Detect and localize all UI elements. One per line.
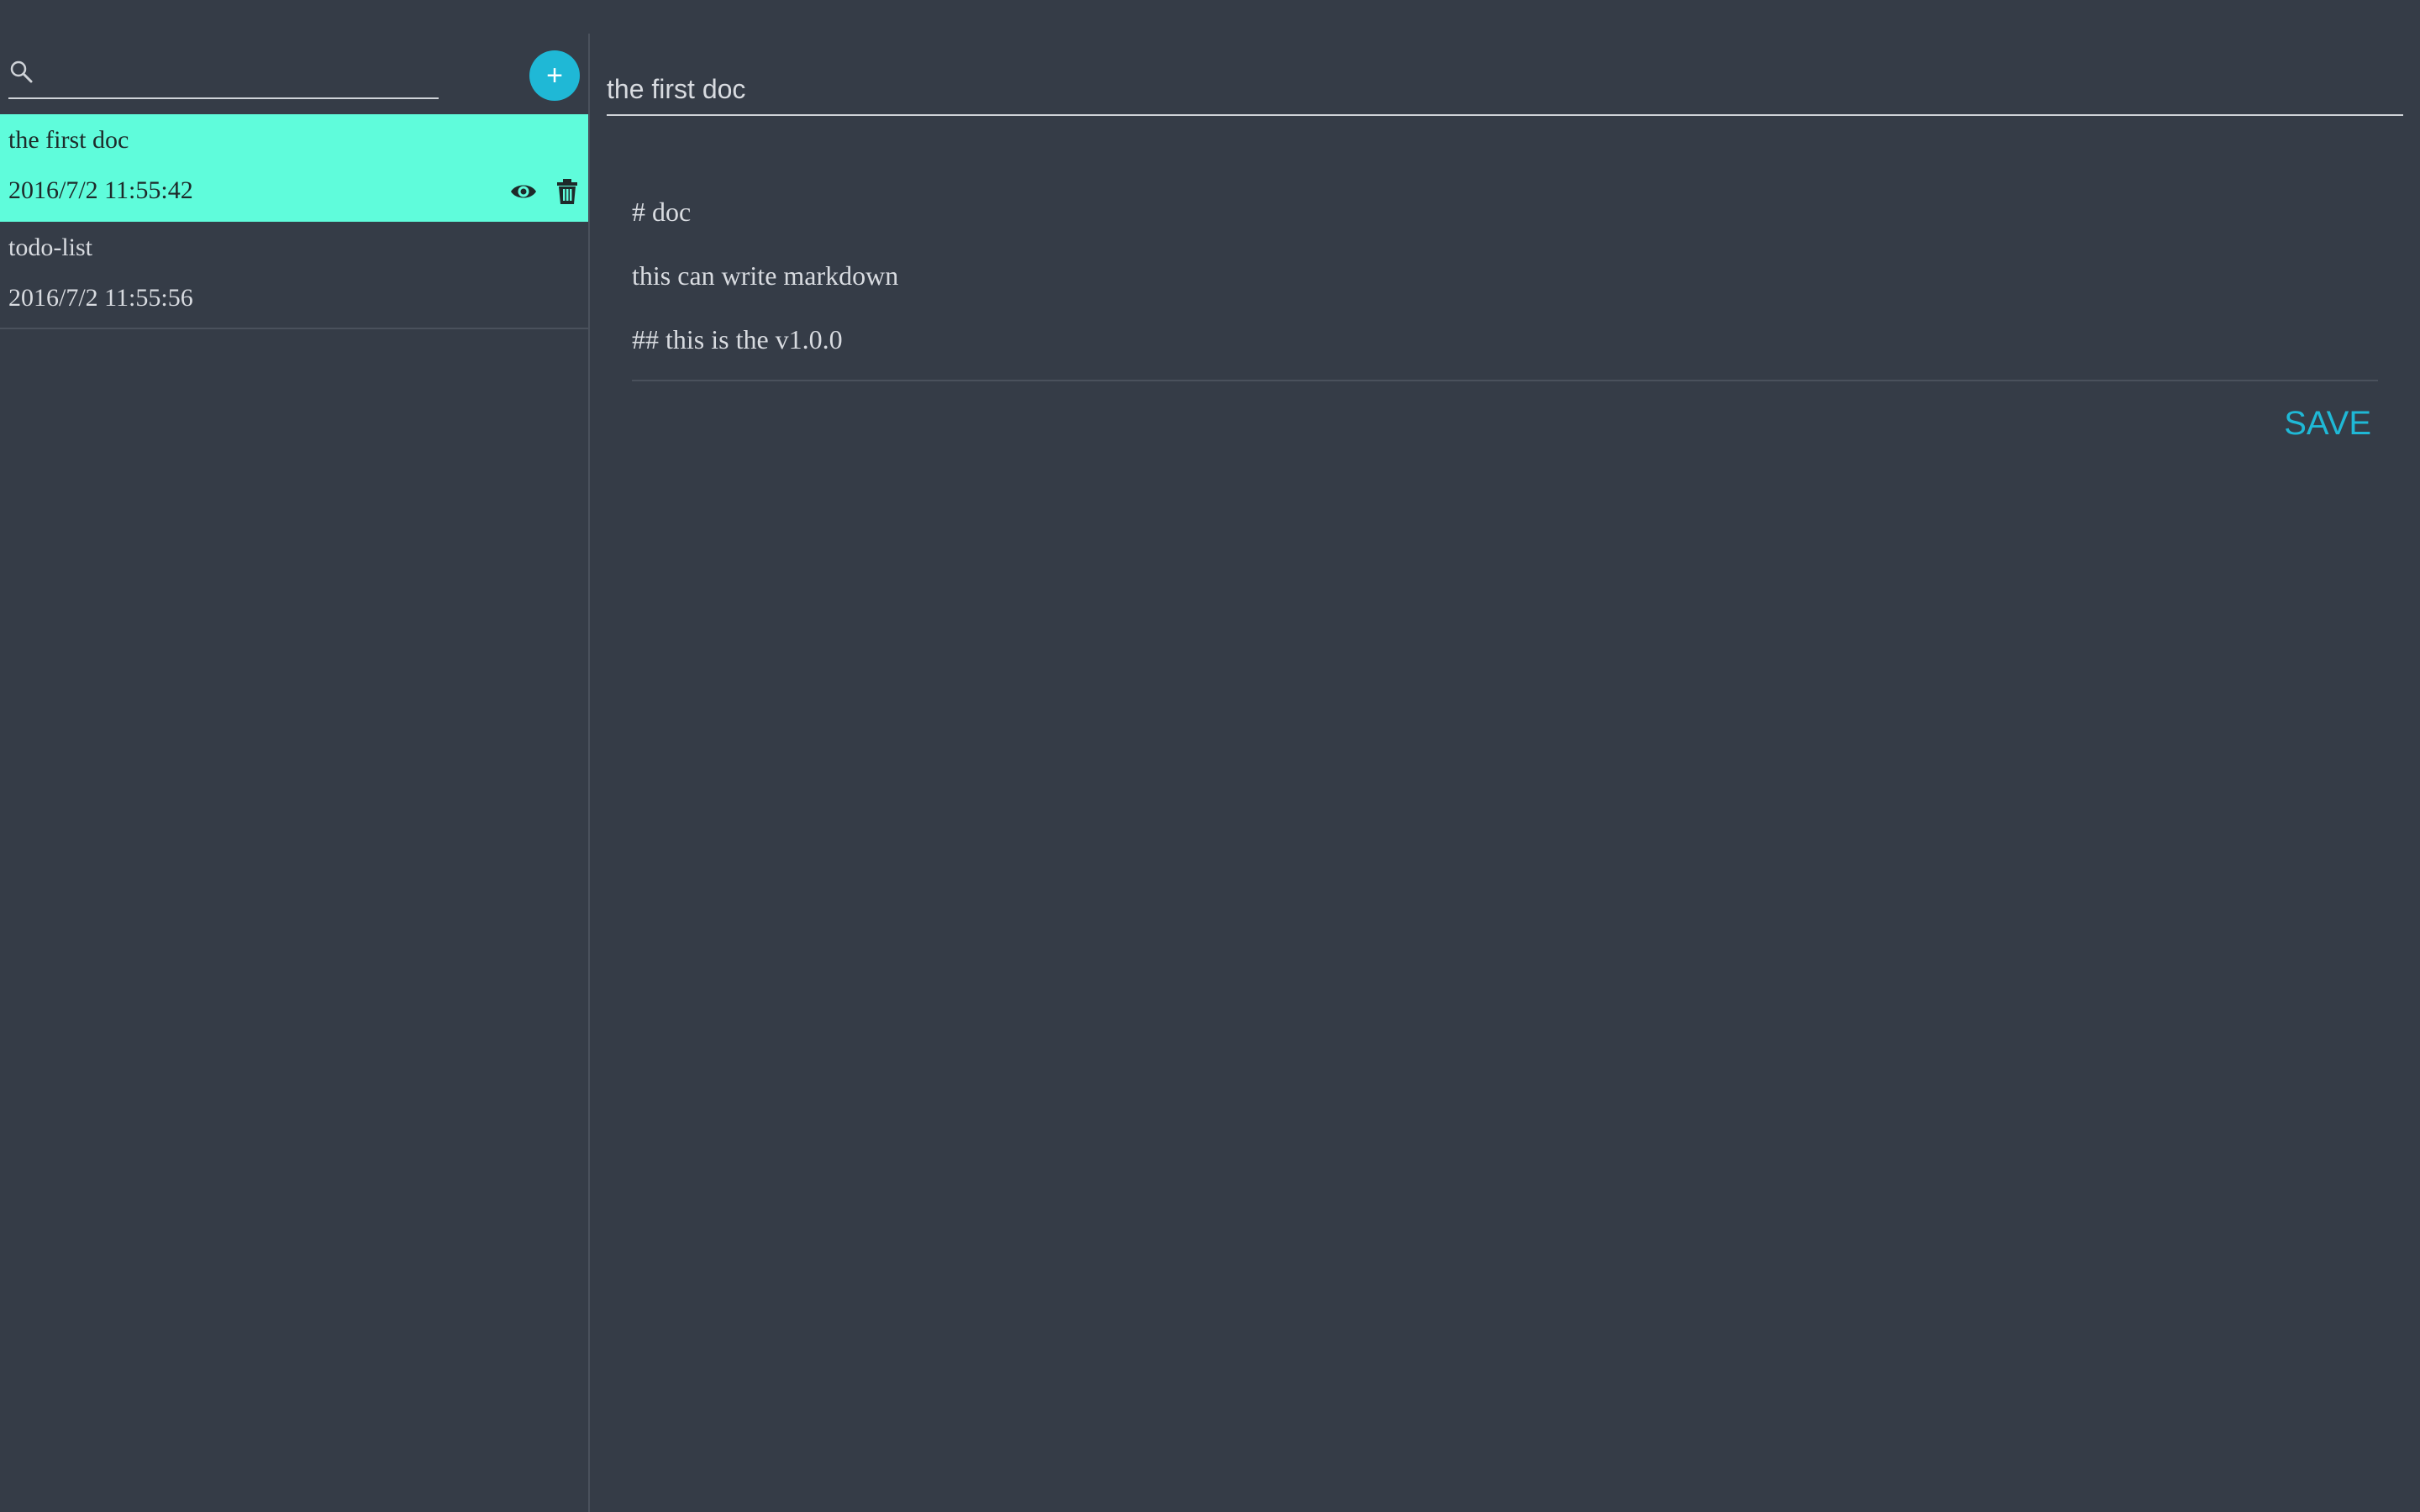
sidebar: + the first doc 2016/7/2 11:55:42 todo-l…: [0, 0, 588, 1512]
eye-icon[interactable]: [509, 177, 538, 206]
doc-list: the first doc 2016/7/2 11:55:42 todo-lis…: [0, 114, 588, 329]
content-line: # doc: [632, 197, 692, 227]
doc-date: 2016/7/2 11:55:56: [8, 284, 193, 312]
title-input-wrap: [607, 66, 2403, 116]
doc-title: the first doc: [8, 126, 129, 154]
trash-icon[interactable]: [553, 177, 581, 206]
doc-actions: [509, 176, 581, 207]
search-row: +: [0, 0, 588, 114]
save-button[interactable]: SAVE: [2254, 398, 2371, 449]
search-input[interactable]: [42, 55, 432, 96]
search-box: [8, 52, 439, 99]
markdown-content-area[interactable]: # doc this can write markdown ## this is…: [632, 185, 2378, 381]
doc-list-item[interactable]: todo-list 2016/7/2 11:55:56: [0, 222, 588, 329]
content-line: ## this is the v1.0.0: [632, 324, 843, 354]
app-window: + the first doc 2016/7/2 11:55:42 todo-l…: [0, 0, 2420, 1512]
doc-title-input[interactable]: [607, 66, 2403, 113]
doc-date: 2016/7/2 11:55:42: [8, 176, 193, 204]
doc-list-item[interactable]: the first doc 2016/7/2 11:55:42: [0, 114, 588, 222]
editor: # doc this can write markdown ## this is…: [590, 0, 2420, 1512]
search-icon: [8, 59, 34, 84]
add-doc-button[interactable]: +: [529, 50, 580, 101]
doc-title: todo-list: [8, 234, 93, 261]
content-line: this can write markdown: [632, 260, 899, 291]
